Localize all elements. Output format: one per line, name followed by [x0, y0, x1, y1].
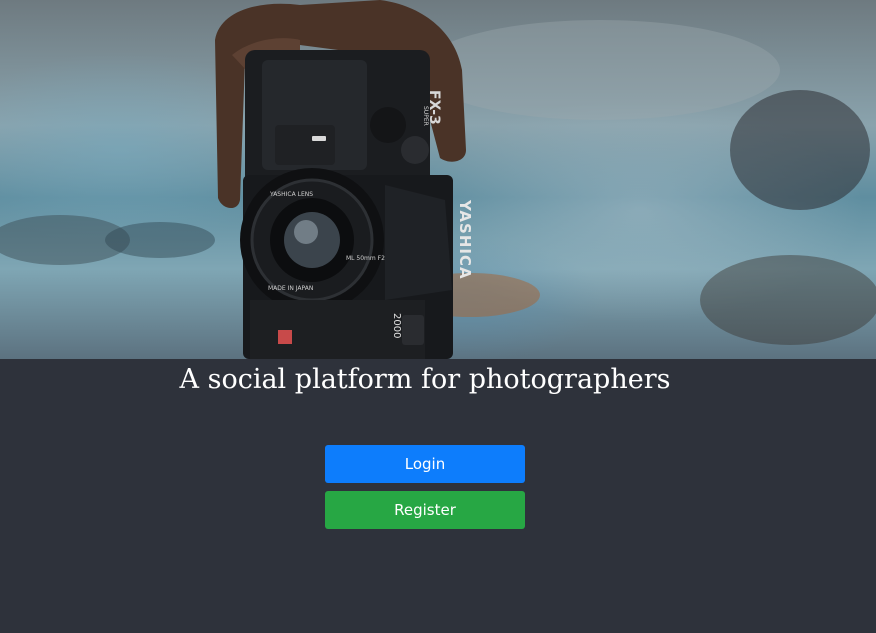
hero-image: FX-3 SUPER YASHICA 2000 YASHICA LENS ML … [0, 0, 876, 359]
register-button[interactable]: Register [325, 491, 525, 529]
camera-photo: FX-3 SUPER YASHICA 2000 YASHICA LENS ML … [0, 0, 876, 359]
camera-brand-text: YASHICA [456, 199, 474, 280]
page-tagline: A social platform for photographers [179, 364, 671, 395]
lens-label-text: YASHICA LENS [269, 191, 313, 198]
login-button[interactable]: Login [325, 445, 525, 483]
lens-spec-text: ML 50mm F2 [346, 255, 385, 262]
lens-origin-text: MADE IN JAPAN [268, 285, 313, 292]
camera-number-text: 2000 [391, 313, 402, 338]
camera-model-suffix-text: SUPER [422, 106, 429, 126]
